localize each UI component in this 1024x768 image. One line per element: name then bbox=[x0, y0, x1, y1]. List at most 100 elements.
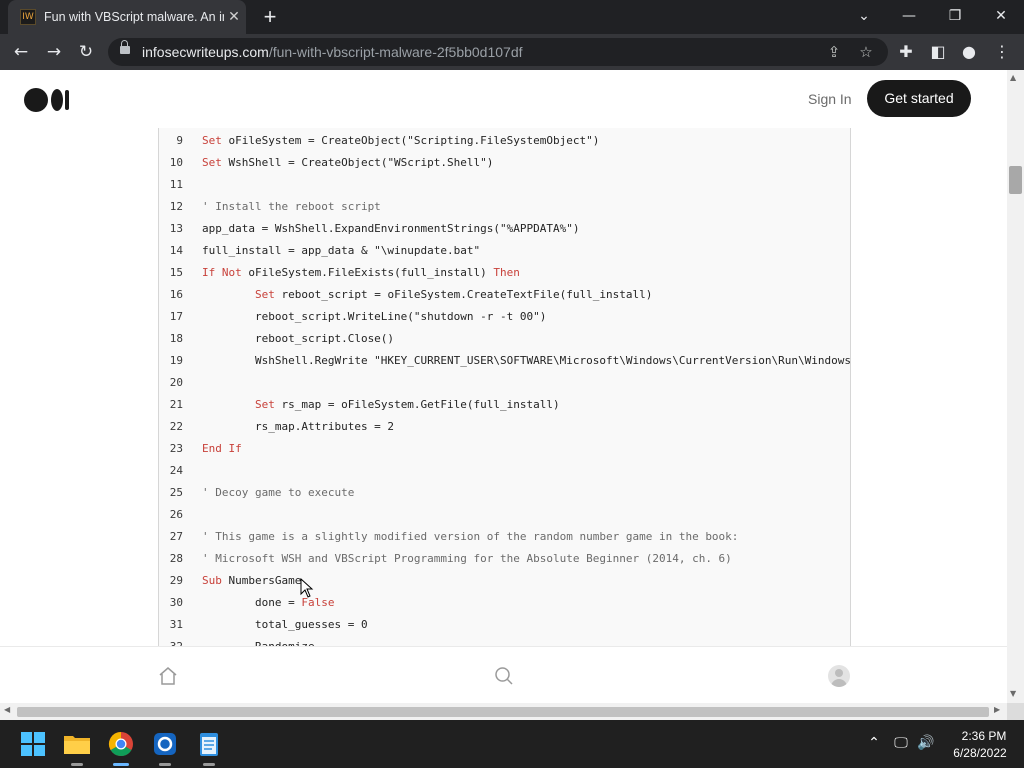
web-page: 9 Set oFileSystem = CreateObject("Scripti… bbox=[0, 70, 1007, 703]
tab-search-chevron-icon[interactable]: ⌄ bbox=[853, 5, 875, 27]
line-number: 21 bbox=[169, 398, 183, 411]
sign-in-link[interactable]: Sign In bbox=[808, 91, 852, 107]
tab-title: Fun with VBScript malware. An in bbox=[44, 10, 224, 24]
url-text: infosecwriteups.com/fun-with-vbscript-ma… bbox=[142, 44, 523, 60]
side-panel-icon[interactable]: ◧ bbox=[927, 41, 949, 63]
code-line: 25 ' Decoy game to execute bbox=[159, 482, 850, 504]
code-text: reboot_script.WriteLine("shutdown -r -t … bbox=[202, 310, 547, 323]
code-line: 11 bbox=[159, 174, 850, 196]
code-text: End If bbox=[202, 442, 242, 455]
bottom-navigation bbox=[0, 646, 1007, 703]
site-favicon-icon: IW bbox=[20, 9, 36, 25]
line-number: 31 bbox=[169, 618, 183, 631]
network-icon[interactable]: 🖵 bbox=[891, 733, 911, 753]
get-started-button[interactable]: Get started bbox=[867, 80, 971, 117]
line-number: 23 bbox=[169, 442, 183, 455]
line-number: 16 bbox=[169, 288, 183, 301]
close-window-icon[interactable]: ✕ bbox=[990, 5, 1012, 27]
minimize-icon[interactable]: — bbox=[898, 5, 920, 27]
line-number: 9 bbox=[176, 134, 183, 147]
line-number: 14 bbox=[169, 244, 183, 257]
line-number: 15 bbox=[169, 266, 183, 279]
windows-taskbar: ⌃ 🖵 🔊 2:36 PM 6/28/2022 bbox=[0, 720, 1024, 768]
site-header: Sign In Get started bbox=[0, 70, 1007, 128]
code-text: ' Install the reboot script bbox=[202, 200, 381, 213]
code-line: 29 Sub NumbersGame bbox=[159, 570, 850, 592]
code-line: 20 bbox=[159, 372, 850, 394]
browser-toolbar: ← → ↻ infosecwriteups.com/fun-with-vbscr… bbox=[0, 34, 1024, 70]
code-line: 28 ' Microsoft WSH and VBScript Programmi… bbox=[159, 548, 850, 570]
code-text: Set WshShell = CreateObject("WScript.She… bbox=[202, 156, 494, 169]
code-line: 26 bbox=[159, 504, 850, 526]
scrollbar-corner bbox=[1007, 703, 1024, 720]
chrome-icon[interactable] bbox=[105, 728, 137, 766]
scroll-up-arrow-icon[interactable]: ▲ bbox=[1010, 73, 1016, 82]
show-hidden-icons-chevron-icon[interactable]: ⌃ bbox=[864, 733, 884, 753]
new-tab-icon[interactable]: + bbox=[259, 6, 281, 28]
code-block: 9 Set oFileSystem = CreateObject("Scripti… bbox=[158, 70, 851, 690]
windows-start-icon[interactable] bbox=[17, 728, 49, 760]
line-number: 10 bbox=[169, 156, 183, 169]
line-number: 29 bbox=[169, 574, 183, 587]
code-line: 24 bbox=[159, 460, 850, 482]
code-text: Set rs_map = oFileSystem.GetFile(full_in… bbox=[254, 398, 560, 411]
line-number: 25 bbox=[169, 486, 183, 499]
reload-icon[interactable]: ↻ bbox=[75, 41, 97, 63]
code-line: 31 total_guesses = 0 bbox=[159, 614, 850, 636]
address-bar[interactable]: infosecwriteups.com/fun-with-vbscript-ma… bbox=[108, 38, 888, 66]
notepad-icon[interactable] bbox=[193, 728, 225, 766]
volume-icon[interactable]: 🔊 bbox=[916, 733, 936, 753]
code-text: done = False bbox=[202, 596, 335, 609]
code-text: ' Decoy game to execute bbox=[202, 486, 355, 499]
code-line: 12 ' Install the reboot script bbox=[159, 196, 850, 218]
clock-time[interactable]: 2:36 PM bbox=[952, 729, 1016, 743]
code-line: 23 End If bbox=[159, 438, 850, 460]
scroll-left-arrow-icon[interactable]: ◀ bbox=[4, 705, 10, 714]
line-number: 17 bbox=[169, 310, 183, 323]
lock-icon[interactable] bbox=[120, 40, 130, 54]
code-line: 13 app_data = WshShell.ExpandEnvironmentS… bbox=[159, 218, 850, 240]
code-line: 27 ' This game is a slightly modified ver… bbox=[159, 526, 850, 548]
back-arrow-icon[interactable]: ← bbox=[10, 41, 32, 63]
line-number: 12 bbox=[169, 200, 183, 213]
clock-date[interactable]: 6/28/2022 bbox=[944, 746, 1016, 760]
code-line: 9 Set oFileSystem = CreateObject("Scripti… bbox=[159, 130, 850, 152]
code-text: ' Microsoft WSH and VBScript Programming… bbox=[202, 552, 732, 565]
profile-icon[interactable]: ● bbox=[958, 41, 980, 63]
avatar-icon[interactable] bbox=[828, 665, 850, 687]
code-line: 16 Set reboot_script = oFileSystem.Creat… bbox=[159, 284, 850, 306]
code-line: 19 WshShell.RegWrite "HKEY_CURRENT_USER\… bbox=[159, 350, 850, 372]
app-circle-icon[interactable] bbox=[149, 728, 181, 766]
search-icon[interactable] bbox=[494, 666, 514, 686]
star-icon[interactable]: ☆ bbox=[855, 41, 877, 63]
code-line: 30 done = False bbox=[159, 592, 850, 614]
line-number: 28 bbox=[169, 552, 183, 565]
mouse-cursor-icon bbox=[300, 578, 314, 598]
medium-logo-icon[interactable] bbox=[24, 88, 70, 112]
browser-tab[interactable]: IW Fun with VBScript malware. An in ✕ bbox=[8, 0, 246, 34]
scroll-right-arrow-icon[interactable]: ▶ bbox=[994, 705, 1000, 714]
line-number: 22 bbox=[169, 420, 183, 433]
vertical-scroll-thumb[interactable] bbox=[1009, 166, 1022, 194]
line-number: 27 bbox=[169, 530, 183, 543]
puzzle-icon[interactable]: ✚ bbox=[895, 41, 917, 63]
code-text: ' This game is a slightly modified versi… bbox=[202, 530, 739, 543]
line-number: 19 bbox=[169, 354, 183, 367]
home-icon[interactable] bbox=[158, 666, 178, 686]
code-text: If Not oFileSystem.FileExists(full_insta… bbox=[202, 266, 520, 279]
restore-icon[interactable]: ❐ bbox=[944, 5, 966, 27]
close-tab-icon[interactable]: ✕ bbox=[226, 8, 242, 24]
line-number: 18 bbox=[169, 332, 183, 345]
code-line: 22 rs_map.Attributes = 2 bbox=[159, 416, 850, 438]
share-icon[interactable]: ⇪ bbox=[823, 41, 845, 63]
scroll-down-arrow-icon[interactable]: ▼ bbox=[1010, 689, 1016, 698]
forward-arrow-icon[interactable]: → bbox=[43, 41, 65, 63]
code-text: reboot_script.Close() bbox=[202, 332, 395, 345]
code-line: 14 full_install = app_data & "\winupdate.… bbox=[159, 240, 850, 262]
kebab-menu-icon[interactable]: ⋮ bbox=[991, 41, 1013, 63]
file-explorer-icon[interactable] bbox=[61, 728, 93, 766]
code-line: 17 reboot_script.WriteLine("shutdown -r … bbox=[159, 306, 850, 328]
horizontal-scroll-thumb[interactable] bbox=[17, 707, 989, 717]
code-text: Set reboot_script = oFileSystem.CreateTe… bbox=[254, 288, 653, 301]
vertical-scrollbar[interactable] bbox=[1007, 70, 1024, 703]
